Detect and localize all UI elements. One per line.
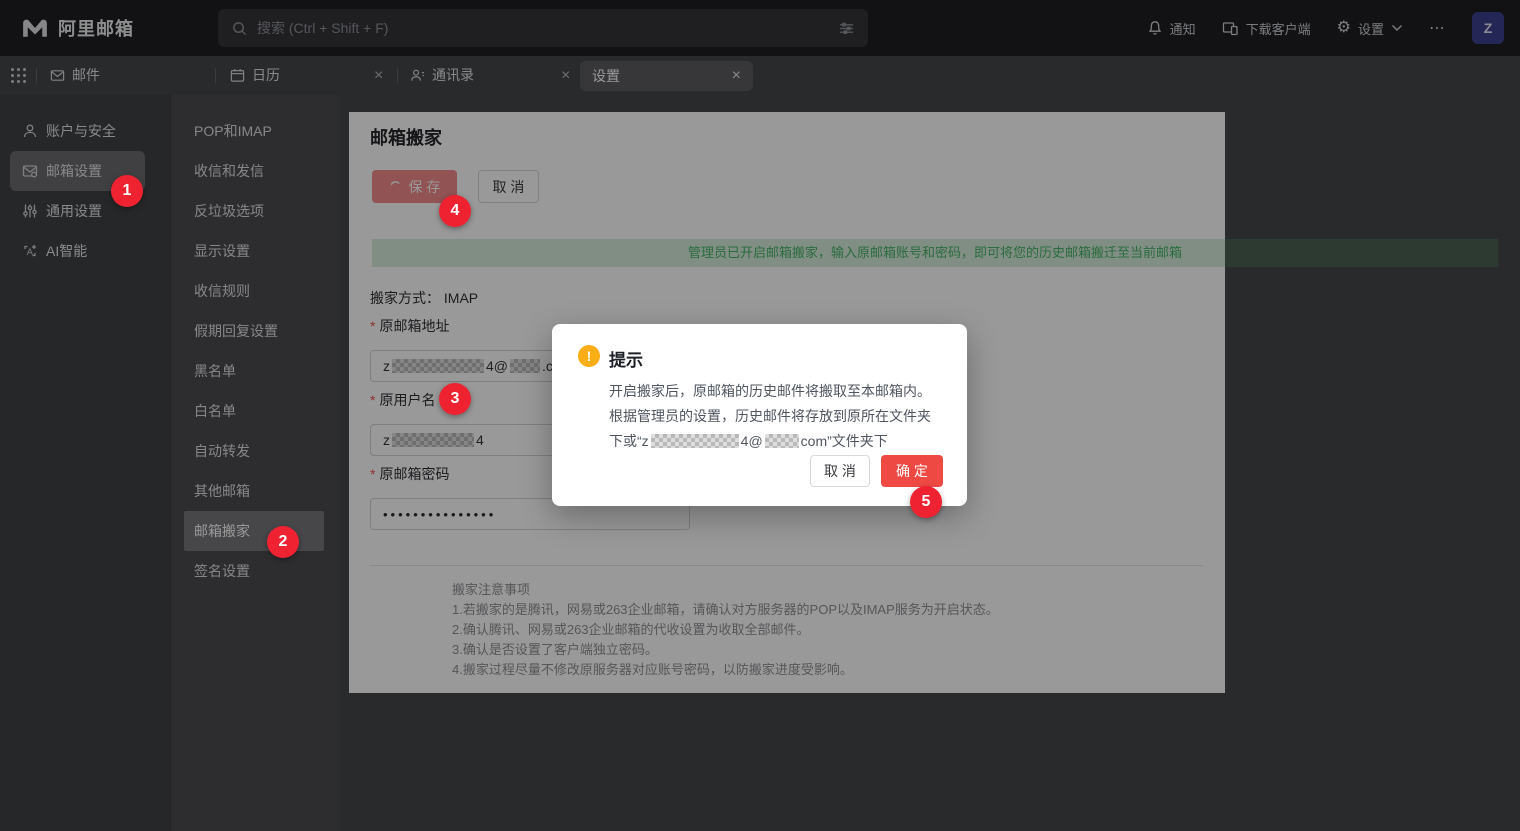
value-fragment: com”文件夹下	[801, 433, 888, 449]
redacted-block	[651, 434, 739, 448]
step-badge-5: 5	[910, 486, 942, 518]
dialog-confirm-button[interactable]: 确 定	[881, 455, 943, 487]
dialog-title: 提示	[609, 346, 643, 371]
dialog-body: 开启搬家后，原邮箱的历史邮件将搬取至本邮箱内。 根据管理员的设置，历史邮件将存放…	[609, 379, 944, 454]
step-badge-2: 2	[267, 526, 299, 558]
value-fragment: 4@	[741, 433, 763, 449]
step-badge-4: 4	[439, 195, 471, 227]
value-fragment: 下或“z	[609, 433, 649, 449]
warning-icon: !	[578, 345, 600, 367]
step-badge-3: 3	[439, 383, 471, 415]
dialog-body-line: 下或“z 4@ com”文件夹下	[609, 429, 944, 454]
dialog-body-line: 开启搬家后，原邮箱的历史邮件将搬取至本邮箱内。	[609, 379, 944, 404]
step-badge-1: 1	[111, 175, 143, 207]
dialog-cancel-button[interactable]: 取 消	[810, 455, 870, 487]
redacted-block	[765, 434, 799, 448]
app-root: 阿里邮箱 通知 下载客户端	[0, 0, 1520, 831]
dialog-body-line: 根据管理员的设置，历史邮件将存放到原所在文件夹	[609, 404, 944, 429]
confirm-dialog: ! 提示 开启搬家后，原邮箱的历史邮件将搬取至本邮箱内。 根据管理员的设置，历史…	[552, 324, 967, 506]
